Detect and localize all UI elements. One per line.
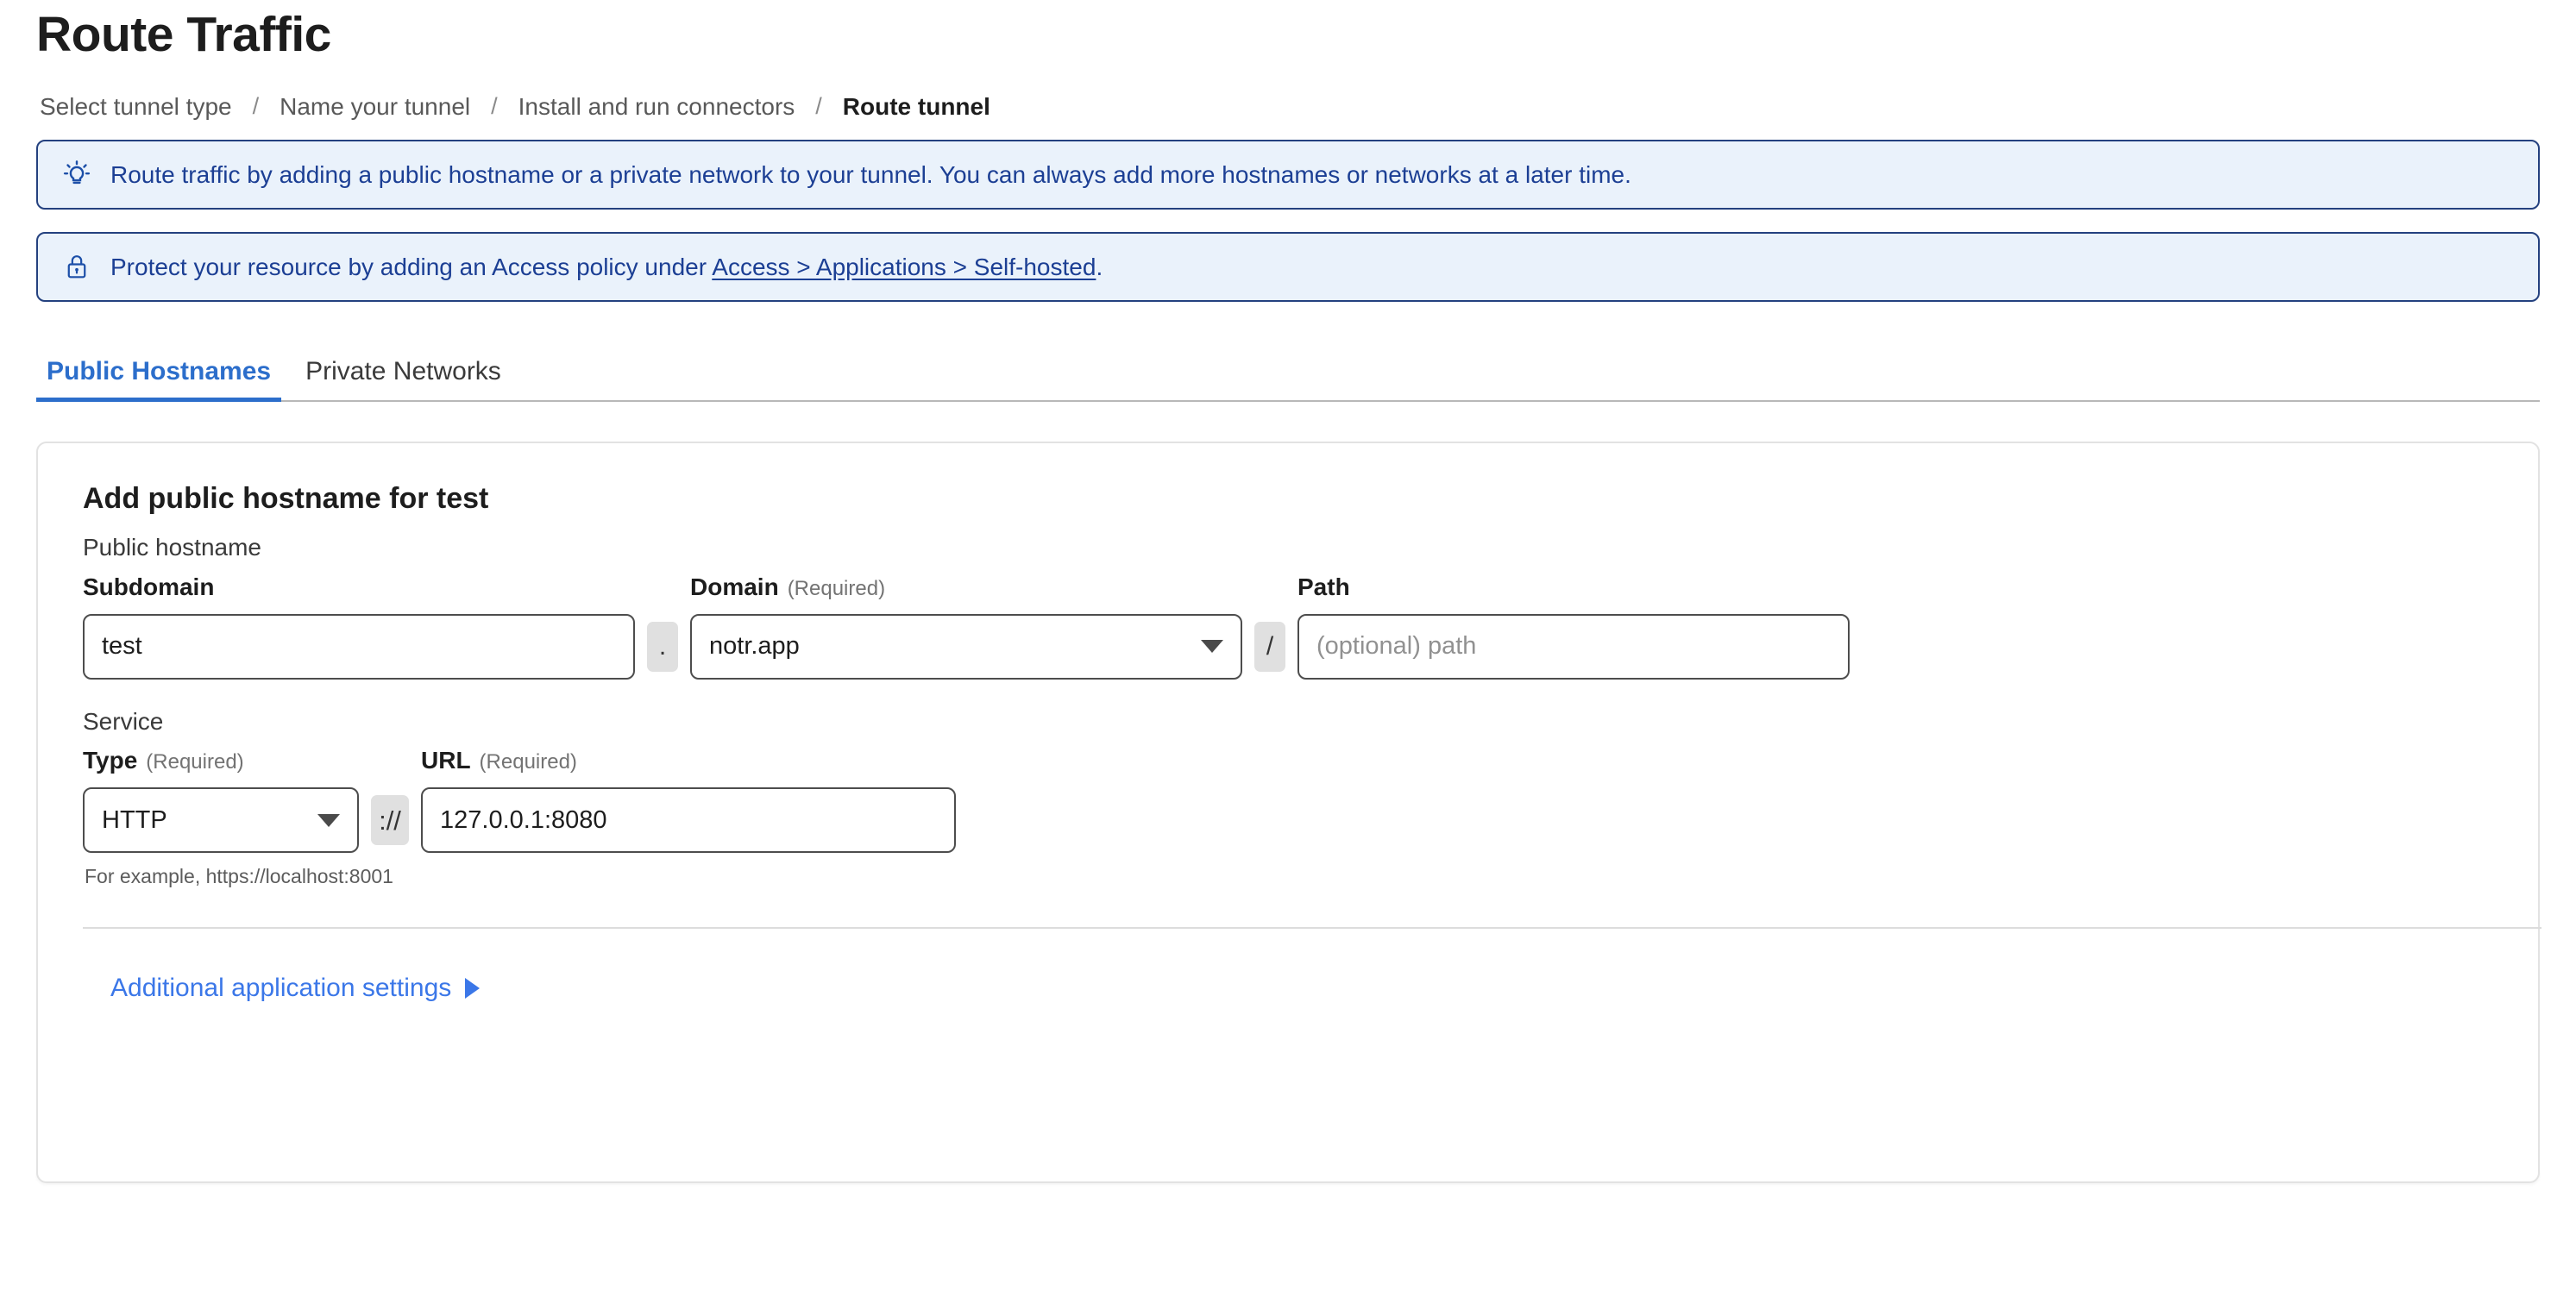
url-label: URL (Required) [421, 746, 956, 775]
path-input[interactable]: (optional) path [1297, 613, 1850, 680]
path-label: Path [1297, 573, 1850, 602]
route-traffic-page: Route Traffic Select tunnel type / Name … [0, 0, 2576, 1297]
path-label-text: Path [1297, 573, 1350, 601]
page-title: Route Traffic [36, 7, 331, 62]
url-input[interactable]: 127.0.0.1:8080 [421, 787, 956, 854]
service-field-row: Type (Required) HTTP :// URL (Required) 12… [83, 746, 2493, 854]
domain-required-note: (Required) [787, 576, 886, 600]
domain-label: Domain (Required) [690, 573, 1242, 602]
type-select[interactable]: HTTP [83, 787, 359, 854]
subdomain-input[interactable]: test [83, 613, 635, 680]
lock-icon [62, 252, 91, 281]
tab-bar: Public Hostnames Private Networks [36, 358, 2540, 402]
url-label-text: URL [421, 747, 471, 774]
type-select-value: HTTP [102, 805, 167, 834]
additional-application-settings-toggle[interactable]: Additional application settings [110, 973, 481, 1002]
breadcrumb-item-select-tunnel-type[interactable]: Select tunnel type [40, 94, 232, 119]
url-hint-text: For example, https://localhost:8001 [85, 865, 393, 888]
subdomain-label-text: Subdomain [83, 573, 215, 601]
lightbulb-icon [62, 160, 91, 189]
chevron-down-icon [317, 813, 340, 827]
dot-joiner: . [647, 621, 678, 672]
section-divider [83, 926, 2541, 929]
add-public-hostname-card: Add public hostname for test Public host… [36, 441, 2541, 1183]
path-field-block: Path (optional) path [1297, 573, 1850, 680]
subdomain-label: Subdomain [83, 573, 635, 602]
url-required-note: (Required) [479, 750, 577, 774]
tab-public-hostnames[interactable]: Public Hostnames [36, 358, 282, 402]
domain-select-value: notr.app [709, 632, 800, 661]
scheme-joiner: :// [371, 795, 409, 846]
chevron-right-icon [465, 977, 481, 999]
domain-select[interactable]: notr.app [690, 613, 1242, 680]
breadcrumb-separator: / [815, 93, 822, 120]
type-label: Type (Required) [83, 746, 359, 775]
info-banner-text-before: Protect your resource by adding an Acces… [110, 253, 713, 280]
info-banner-text-after: . [1096, 253, 1103, 280]
breadcrumb: Select tunnel type / Name your tunnel / … [36, 92, 2540, 120]
info-banner-text: Protect your resource by adding an Acces… [110, 252, 1103, 282]
card-title: Add public hostname for test [83, 481, 489, 515]
service-section-label: Service [83, 707, 164, 735]
info-banner-access-policy: Protect your resource by adding an Acces… [36, 231, 2540, 302]
additional-application-settings-label: Additional application settings [110, 973, 452, 1002]
url-field-block: URL (Required) 127.0.0.1:8080 [421, 746, 956, 854]
slash-joiner: / [1254, 621, 1285, 672]
hostname-field-row: Subdomain test . Domain (Required) notr.a… [83, 573, 2493, 680]
info-banner-text: Route traffic by adding a public hostnam… [110, 160, 1631, 188]
subdomain-field-block: Subdomain test [83, 573, 635, 680]
breadcrumb-item-name-your-tunnel[interactable]: Name your tunnel [280, 94, 470, 119]
domain-label-text: Domain [690, 573, 779, 600]
type-field-block: Type (Required) HTTP [83, 746, 359, 854]
domain-field-block: Domain (Required) notr.app [690, 573, 1242, 680]
public-hostname-section-label: Public hostname [83, 534, 262, 561]
breadcrumb-item-install-and-run-connectors[interactable]: Install and run connectors [518, 94, 795, 119]
breadcrumb-separator: / [491, 93, 498, 120]
chevron-down-icon [1201, 640, 1223, 654]
access-applications-selfhosted-link[interactable]: Access > Applications > Self-hosted [712, 254, 1096, 280]
tab-private-networks[interactable]: Private Networks [295, 358, 512, 400]
info-banner-route-traffic: Route traffic by adding a public hostnam… [36, 139, 2540, 210]
type-required-note: (Required) [146, 750, 244, 774]
breadcrumb-separator: / [252, 93, 260, 120]
type-label-text: Type [83, 747, 138, 774]
breadcrumb-item-route-tunnel: Route tunnel [842, 92, 990, 120]
